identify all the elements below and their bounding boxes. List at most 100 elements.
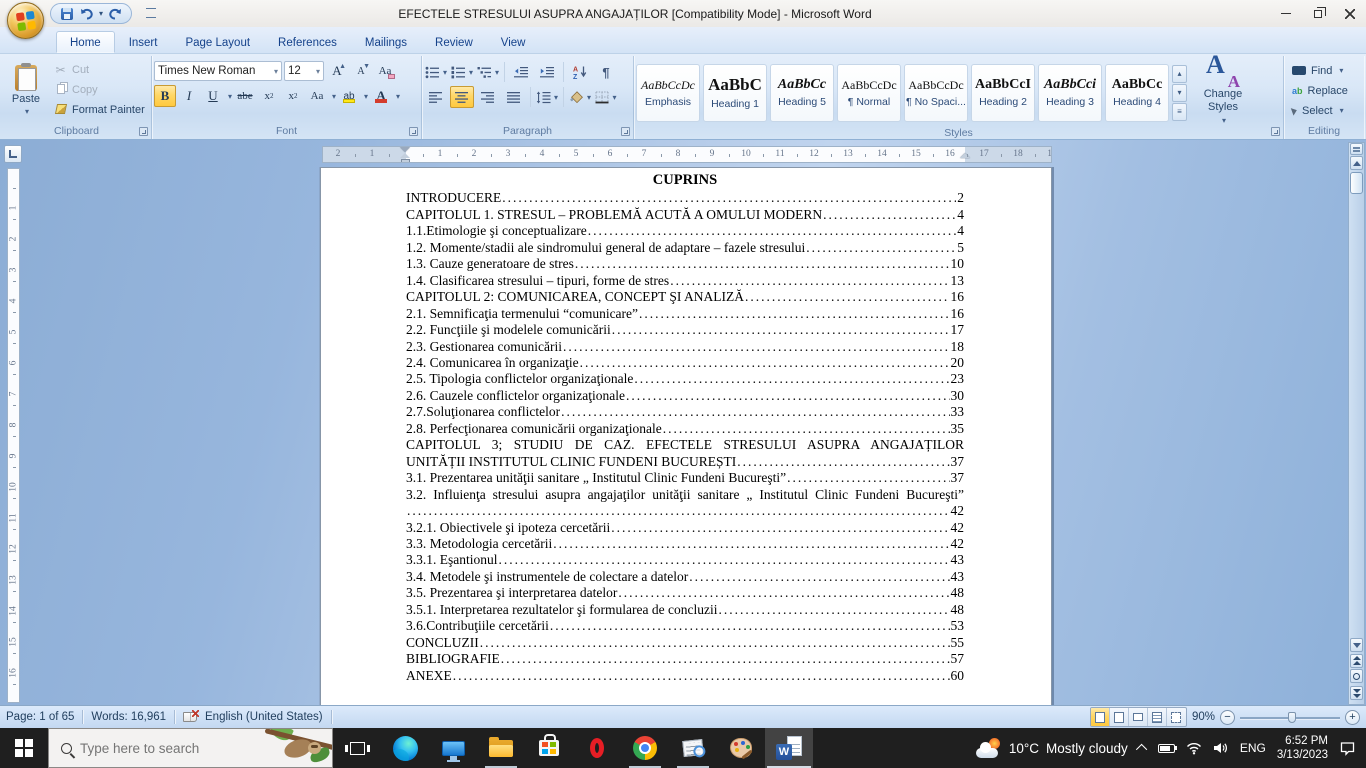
save-button[interactable] [59,6,75,22]
ruler-toggle-button[interactable] [1350,143,1363,155]
grow-font-button[interactable]: A▲ [326,60,348,82]
outline-view-button[interactable] [1148,708,1167,726]
previous-page-button[interactable] [1350,654,1363,668]
align-right-button[interactable] [476,86,500,108]
tab-references[interactable]: References [264,31,351,53]
scroll-up-button[interactable] [1350,156,1363,170]
search-input[interactable] [72,741,232,756]
close-button[interactable] [1334,0,1366,27]
find-button[interactable]: Find▾ [1290,62,1358,80]
hanging-indent-marker[interactable] [400,153,410,158]
tab-mailings[interactable]: Mailings [351,31,421,53]
font-dialog-launcher[interactable] [409,127,418,136]
restore-button[interactable] [1302,0,1334,27]
change-case-button[interactable]: Aa [306,85,328,107]
styles-gallery-more-button[interactable]: ≡ [1172,103,1187,121]
styles-scroll-down-button[interactable]: ▾ [1172,84,1187,102]
highlight-dropdown-icon[interactable]: ▾ [364,92,368,101]
taskbar-app-desktop[interactable] [429,728,477,768]
taskbar-app-opera[interactable] [573,728,621,768]
web-layout-view-button[interactable] [1129,708,1148,726]
scrollbar-thumb[interactable] [1350,172,1363,194]
show-hide-formatting-button[interactable]: ¶ [594,61,618,83]
change-case-dropdown-icon[interactable]: ▾ [332,92,336,101]
underline-button[interactable]: U [202,85,224,107]
word-count[interactable]: Words: 16,961 [91,711,166,723]
proofing-status-icon[interactable] [183,712,197,722]
undo-dropdown-icon[interactable]: ▾ [99,9,103,18]
horizontal-ruler[interactable]: 2112345678910111213141516171819 [322,146,1052,163]
start-button[interactable] [0,728,48,768]
clear-formatting-button[interactable]: Aa [374,60,396,82]
search-highlight-image[interactable] [268,729,332,767]
font-family-combo[interactable]: Times New Roman▾ [154,61,282,81]
tab-stop-selector[interactable] [4,145,22,163]
numbering-button[interactable]: ▾ [450,61,474,83]
paragraph-dialog-launcher[interactable] [621,127,630,136]
taskbar-app-paint[interactable] [717,728,765,768]
full-screen-reading-view-button[interactable] [1110,708,1129,726]
scroll-down-button[interactable] [1350,638,1363,652]
increase-indent-button[interactable] [535,61,559,83]
style-heading-3[interactable]: AaBbCciHeading 3 [1038,64,1102,122]
font-color-dropdown-icon[interactable]: ▾ [396,92,400,101]
style-heading-2[interactable]: AaBbCcIHeading 2 [971,64,1035,122]
underline-dropdown-icon[interactable]: ▾ [228,92,232,101]
taskbar-app-file-explorer[interactable] [477,728,525,768]
cut-button[interactable]: ✂Cut [50,60,148,79]
left-indent-marker[interactable] [401,159,410,163]
style-heading-5[interactable]: AaBbCcHeading 5 [770,64,834,122]
vertical-scrollbar[interactable] [1348,142,1365,705]
style-heading-1[interactable]: AaBbCHeading 1 [703,64,767,122]
replace-button[interactable]: abReplace [1290,82,1358,100]
undo-button[interactable] [79,6,95,22]
line-spacing-button[interactable]: ▾ [535,86,559,108]
zoom-level[interactable]: 90% [1192,711,1215,723]
customize-qat-button[interactable] [146,8,156,18]
borders-button[interactable]: ▾ [594,86,618,108]
taskbar-app-news[interactable] [669,728,717,768]
justify-button[interactable] [502,86,526,108]
clock[interactable]: 6:52 PM 3/13/2023 [1277,734,1328,762]
action-center-button[interactable] [1339,741,1356,756]
align-center-button[interactable] [450,86,474,108]
redo-button[interactable] [107,6,123,22]
paste-button[interactable]: Paste ▾ [4,58,48,123]
taskbar-app-chrome[interactable] [621,728,669,768]
multilevel-list-button[interactable]: ▾ [476,61,500,83]
tab-view[interactable]: View [487,31,540,53]
tab-home[interactable]: Home [56,31,115,53]
format-painter-button[interactable]: Format Painter [50,100,148,119]
next-page-button[interactable] [1350,686,1363,700]
language-indicator[interactable]: English (United States) [205,711,323,723]
tab-page-layout[interactable]: Page Layout [171,31,264,53]
task-view-button[interactable] [333,728,381,768]
style-no-spaci[interactable]: AaBbCcDc¶ No Spaci... [904,64,968,122]
superscript-button[interactable]: x2 [282,85,304,107]
taskbar-app-store[interactable] [525,728,573,768]
minimize-button[interactable] [1270,0,1302,27]
styles-dialog-launcher[interactable] [1271,127,1280,136]
page-indicator[interactable]: Page: 1 of 65 [6,711,74,723]
shading-button[interactable]: ▾ [568,86,592,108]
style-heading-4[interactable]: AaBbCcHeading 4 [1105,64,1169,122]
shrink-font-button[interactable]: A▼ [350,60,372,82]
change-styles-button[interactable]: AA Change Styles ▾ [1190,58,1256,127]
draft-view-button[interactable] [1167,708,1186,726]
strikethrough-button[interactable]: abe [234,85,256,107]
font-color-button[interactable]: A [370,85,392,107]
vertical-ruler[interactable]: 12345678910111213141516 [7,168,20,703]
show-hidden-icons-button[interactable] [1136,744,1147,755]
battery-icon[interactable] [1158,744,1175,753]
subscript-button[interactable]: x2 [258,85,280,107]
zoom-slider[interactable] [1240,710,1340,725]
copy-button[interactable]: Copy [50,80,148,99]
tab-review[interactable]: Review [421,31,487,53]
input-language[interactable]: ENG [1240,741,1266,755]
select-button[interactable]: Select▾ [1290,102,1358,120]
zoom-in-button[interactable]: + [1345,710,1360,725]
first-line-indent-marker[interactable] [400,147,410,152]
style-normal[interactable]: AaBbCcDc¶ Normal [837,64,901,122]
taskbar-search[interactable] [48,728,333,768]
italic-button[interactable]: I [178,85,200,107]
